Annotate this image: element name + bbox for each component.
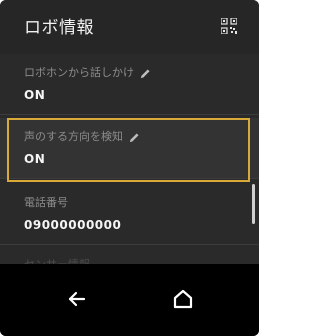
setting-item-talk-from-robohon[interactable]: ロボホンから話しかけ ON — [0, 54, 259, 115]
robot-info-screen: ロボ情報 ロボホンから話しかけ ON 声のする方向を検知 ON 電話番号 090… — [0, 0, 259, 336]
setting-label: センサー情報 — [24, 256, 90, 264]
setting-value: ON — [24, 88, 46, 102]
settings-list: ロボホンから話しかけ ON 声のする方向を検知 ON 電話番号 09000000… — [0, 54, 259, 264]
setting-label: ロボホンから話しかけ — [24, 66, 134, 79]
setting-item-partial[interactable]: センサー情報 — [0, 246, 259, 264]
page-title: ロボ情報 — [24, 18, 94, 38]
pencil-icon[interactable] — [129, 132, 140, 143]
setting-value: ON — [24, 152, 46, 166]
qr-code-icon[interactable] — [221, 18, 237, 34]
app-header: ロボ情報 — [0, 0, 259, 54]
home-icon[interactable] — [168, 284, 198, 314]
setting-value: 09000000000 — [24, 218, 122, 232]
setting-item-phone-number[interactable]: 電話番号 09000000000 — [0, 184, 259, 245]
navigation-bar — [0, 264, 259, 336]
setting-label: 電話番号 — [24, 196, 68, 209]
scrollbar[interactable] — [252, 184, 255, 224]
pencil-icon[interactable] — [140, 68, 151, 79]
setting-label: 声のする方向を検知 — [24, 130, 123, 143]
setting-item-voice-direction[interactable]: 声のする方向を検知 ON — [0, 118, 259, 179]
back-arrow-icon[interactable] — [62, 284, 92, 314]
